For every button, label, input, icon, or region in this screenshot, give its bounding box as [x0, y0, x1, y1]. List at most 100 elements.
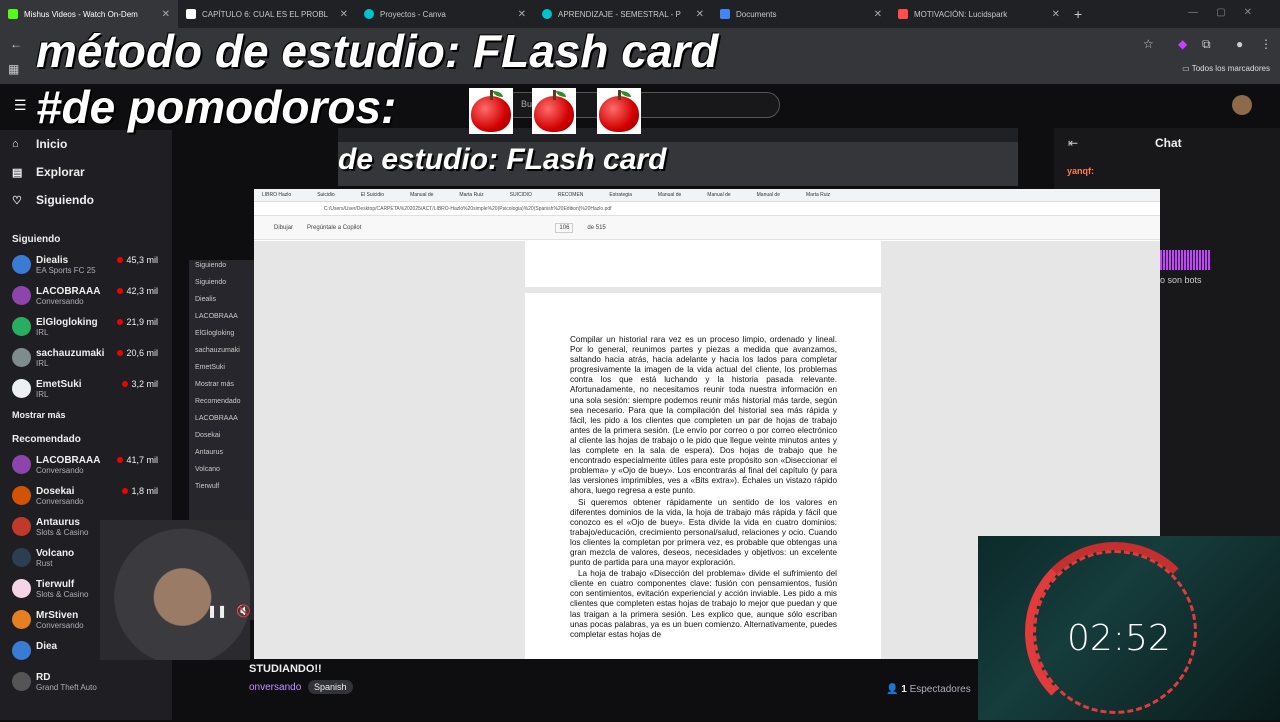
viewer-count: 3,2 mil	[122, 379, 158, 389]
notion-icon	[186, 9, 196, 19]
close-icon[interactable]: ✕	[874, 9, 882, 20]
nested-sidebar-item: Recomendado	[195, 398, 241, 405]
avatar[interactable]	[1232, 95, 1252, 115]
collapse-chat-icon[interactable]: ⇤	[1068, 136, 1078, 150]
sidebar-item-siguiendo[interactable]: ♡ Siguiendo	[0, 186, 172, 214]
avatar	[12, 255, 31, 274]
pdf-tab[interactable]: El Suicidio	[361, 192, 384, 198]
star-icon[interactable]: ☆	[1143, 37, 1154, 51]
nested-sidebar-item: Antaurus	[195, 449, 224, 456]
chat-username: yanqf:	[1067, 166, 1094, 176]
pdf-tab[interactable]: Marta Ruiz	[459, 192, 483, 198]
nested-sidebar-item: Tierwulf	[195, 483, 220, 490]
avatar	[12, 517, 31, 536]
close-icon[interactable]: ✕	[518, 9, 526, 20]
overlay-title-line1: método de estudio: FLash card	[36, 25, 719, 77]
copilot-button[interactable]: Pregúntale a Copilot	[307, 225, 361, 231]
sidebar-item-explorar[interactable]: ▤ Explorar	[0, 158, 172, 186]
page-number-input[interactable]: 106	[555, 222, 574, 233]
mute-icon[interactable]: 🔇	[236, 604, 251, 618]
sidebar-item-inicio[interactable]: ⌂ Inicio	[0, 130, 172, 158]
apps-icon[interactable]: ▦	[8, 62, 19, 76]
channel-item[interactable]: Diealis EA Sports FC 25 45,3 mil	[0, 249, 172, 280]
channel-item[interactable]: LACOBRAAA Conversando 42,3 mil	[0, 280, 172, 311]
avatar	[12, 286, 31, 305]
nested-sidebar-item: ElGlogloking	[195, 330, 235, 337]
nested-sidebar-item: Siguiendo	[195, 262, 227, 269]
close-icon[interactable]: ✕	[1052, 9, 1060, 20]
channel-item[interactable]: LACOBRAAA Conversando 41,7 mil	[0, 449, 172, 480]
nested-sidebar-item: LACOBRAAA	[195, 415, 238, 422]
channel-item[interactable]: EmetSuki IRL 3,2 mil	[0, 373, 172, 404]
draw-tool[interactable]: Dibujar	[274, 225, 293, 231]
folder-icon: ▭	[1182, 64, 1192, 73]
nested-browser-tabs	[338, 128, 1018, 142]
avatar	[12, 317, 31, 336]
puzzle-icon[interactable]: ⧉	[1202, 37, 1211, 52]
pdf-tab[interactable]: Manual de	[658, 192, 681, 198]
person-icon: 👤	[886, 684, 902, 695]
channel-game: IRL	[36, 390, 49, 399]
nested-sidebar-item: sachauzumaki	[195, 347, 240, 354]
new-tab-icon[interactable]: +	[1074, 6, 1082, 22]
pdf-paragraph: Compilar un historial rara vez es un pro…	[570, 335, 837, 496]
stream-category-link[interactable]: onversando	[249, 682, 301, 693]
browser-tab[interactable]: Documents ✕	[712, 0, 890, 28]
pdf-tab[interactable]: RECOMEN	[558, 192, 584, 198]
browser-tab[interactable]: MOTIVACIÓN: Lucidspark ✕	[890, 0, 1068, 28]
kick-icon	[8, 9, 18, 19]
pdf-tab[interactable]: Manual de	[757, 192, 780, 198]
profile-icon[interactable]: ●	[1236, 37, 1243, 51]
channel-item[interactable]: sachauzumaki IRL 20,6 mil	[0, 342, 172, 373]
avatar	[12, 610, 31, 629]
back-icon[interactable]: ←	[10, 37, 22, 51]
pause-icon[interactable]: ❚❚	[207, 604, 227, 618]
pdf-tab[interactable]: Suicidio	[317, 192, 335, 198]
webcam-feed	[100, 520, 250, 660]
page-count: de 515	[587, 224, 606, 231]
nested-sidebar-item: Volcano	[195, 466, 220, 473]
apple-icon	[532, 88, 576, 134]
pdf-paragraph: Si queremos obtener rápidamente un senti…	[570, 497, 837, 568]
pdf-tab[interactable]: Estrategia	[609, 192, 632, 198]
channel-game: IRL	[36, 359, 49, 368]
extension-icon[interactable]: ◆	[1178, 37, 1187, 51]
window-controls[interactable]: —▢✕	[1188, 7, 1270, 18]
nested-sidebar-item: Diealis	[195, 296, 217, 303]
pdf-tab[interactable]: Manual de	[707, 192, 730, 198]
close-icon[interactable]: ✕	[162, 9, 170, 20]
apple-icon	[597, 88, 641, 134]
avatar	[12, 486, 31, 505]
close-icon[interactable]: ✕	[696, 9, 704, 20]
channel-item[interactable]: RD Grand Theft Auto	[0, 666, 172, 697]
hamburger-icon[interactable]: ☰	[14, 97, 27, 114]
close-icon[interactable]: ✕	[340, 9, 348, 20]
pdf-address-bar[interactable]: C:/Users/User/Desktop/CARPETA%202025/ACT…	[254, 202, 1160, 216]
channel-game: EA Sports FC 25	[36, 266, 96, 275]
apple-icon	[469, 88, 513, 134]
menu-dots-icon[interactable]: ⋮	[1260, 37, 1272, 51]
channel-game: Conversando	[36, 466, 84, 475]
channel-game: Conversando	[36, 497, 84, 506]
avatar	[12, 548, 31, 567]
avatar	[12, 672, 31, 691]
compass-icon: ▤	[12, 166, 23, 179]
pdf-tab[interactable]: LIBRO Hazlo	[262, 192, 291, 198]
chat-message: o son bots	[1160, 275, 1202, 285]
pdf-tab[interactable]: SUICIDIO	[510, 192, 532, 198]
show-more-link[interactable]: Mostrar más	[0, 404, 172, 426]
chat-title: Chat	[1155, 136, 1182, 150]
pdf-tab[interactable]: Marta Ruiz	[806, 192, 830, 198]
avatar	[12, 641, 31, 660]
viewer-count: 41,7 mil	[117, 455, 158, 465]
bookmarks-folder[interactable]: ▭ Todos los marcadores	[1182, 64, 1270, 73]
stream-info-bar	[248, 660, 978, 720]
channel-game: IRL	[36, 328, 49, 337]
pdf-toolbar: Dibujar Pregúntale a Copilot 106 de 515	[254, 216, 1160, 240]
pdf-tab[interactable]: Manual de	[410, 192, 433, 198]
channel-game: Conversando	[36, 297, 84, 306]
language-tag[interactable]: Spanish	[308, 680, 353, 694]
channel-item[interactable]: ElGlogloking IRL 21,9 mil	[0, 311, 172, 342]
channel-item[interactable]: Dosekai Conversando 1,8 mil	[0, 480, 172, 511]
nested-sidebar-item: Siguiendo	[195, 279, 227, 286]
